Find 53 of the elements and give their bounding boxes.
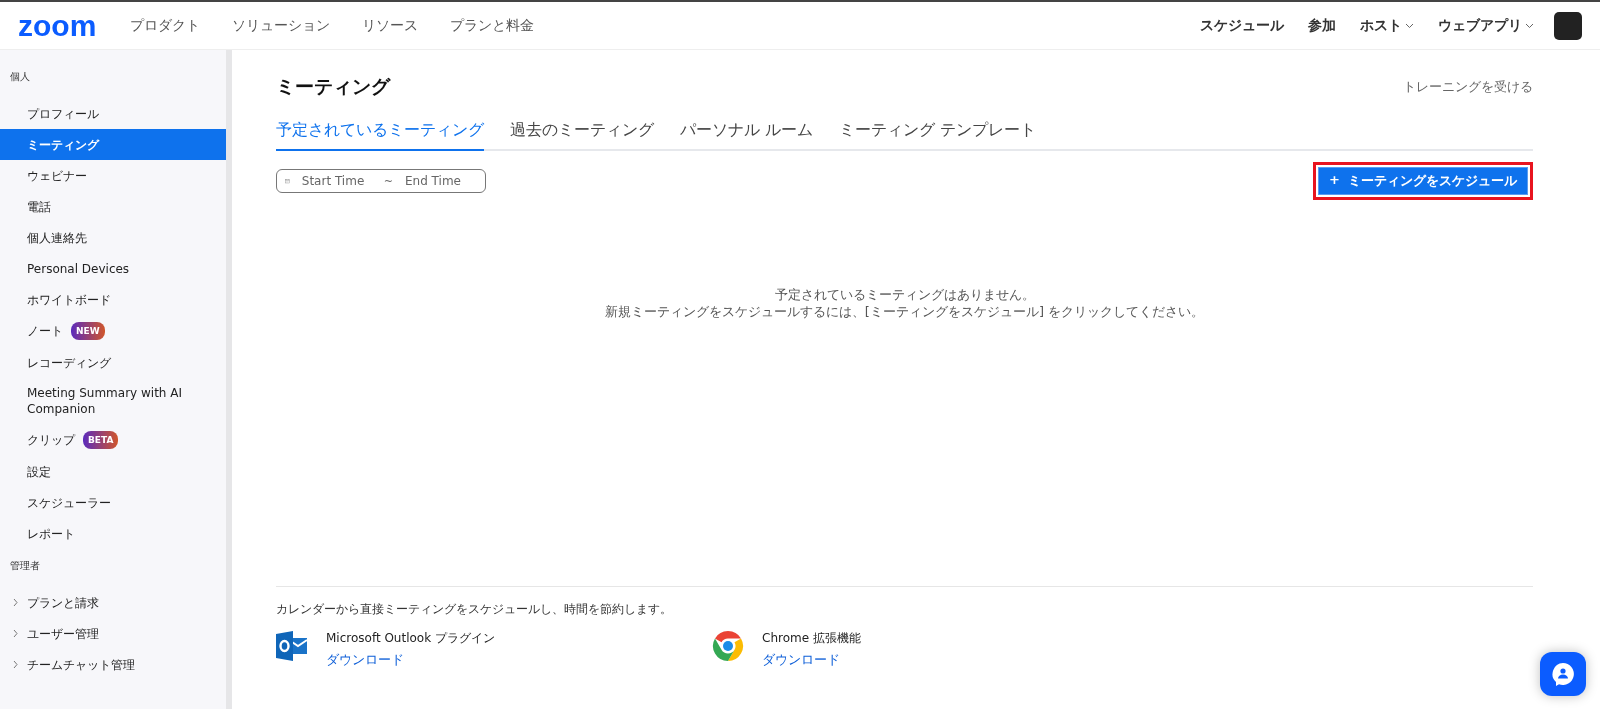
avatar[interactable] <box>1554 11 1582 40</box>
page-title: ミーティング <box>276 74 390 99</box>
training-link[interactable]: トレーニングを受ける <box>1403 78 1533 96</box>
plugin-name: Microsoft Outlook プラグイン <box>326 630 495 647</box>
plugin-name: Chrome 拡張機能 <box>762 630 861 647</box>
nav-link[interactable]: リソース <box>362 16 419 35</box>
nav-link[interactable]: プロダクト <box>130 16 201 35</box>
download-link[interactable]: ダウンロード <box>762 651 861 669</box>
range-separator: ~ <box>383 174 393 188</box>
nav-link[interactable]: プランと料金 <box>450 16 535 35</box>
sidebar-item[interactable]: レコーディング <box>0 347 226 378</box>
sidebar-item[interactable]: チームチャット管理 <box>0 649 226 680</box>
nav-link[interactable]: ホスト <box>1360 16 1414 35</box>
sidebar-item[interactable]: ホワイトボード <box>0 284 226 315</box>
calendar-note: カレンダーから直接ミーティングをスケジュールし、時間を節約します。 <box>276 601 673 618</box>
empty-message: 予定されているミーティングはありません。 <box>773 286 1036 303</box>
nav-link[interactable]: スケジュール <box>1200 16 1284 35</box>
sidebar-item[interactable]: ミーティング <box>0 129 226 160</box>
empty-message: 新規ミーティングをスケジュールするには、[ミーティングをスケジュール] をクリックしてください。 <box>603 303 1206 320</box>
tab[interactable]: パーソナル ルーム <box>680 120 814 151</box>
end-time-input[interactable]: End Time <box>403 173 477 189</box>
outlook-icon <box>276 630 308 662</box>
section-heading: 個人 <box>9 70 31 84</box>
sidebar-item[interactable]: 電話 <box>0 191 226 222</box>
nav-link[interactable]: 参加 <box>1308 16 1336 35</box>
download-link[interactable]: ダウンロード <box>326 651 495 669</box>
tab[interactable]: ミーティング テンプレート <box>839 120 1037 151</box>
sidebar-item[interactable]: Personal Devices <box>0 253 226 284</box>
chat-person-icon <box>1550 661 1576 687</box>
sidebar-item[interactable]: ウェビナー <box>0 160 226 191</box>
sidebar-item[interactable]: スケジューラー <box>0 487 226 518</box>
zoom-logo[interactable]: zoom <box>18 10 97 41</box>
label-badge: BETA <box>83 431 119 449</box>
start-time-input[interactable]: Start Time <box>299 173 374 189</box>
sidebar-item[interactable]: 個人連絡先 <box>0 222 226 253</box>
sidebar-item[interactable]: Meeting Summary with AI Companion <box>0 378 226 424</box>
sidebar-item[interactable]: クリップ BETA <box>0 424 226 456</box>
chat-help-button[interactable] <box>1540 652 1586 696</box>
sidebar-item[interactable]: 設定 <box>0 456 226 487</box>
tab[interactable]: 予定されているミーティング <box>276 120 484 151</box>
label-badge: NEW <box>71 322 105 340</box>
date-range-field[interactable]: Start Time ~ End Time <box>276 169 486 193</box>
sidebar-item[interactable]: ノート NEW <box>0 315 226 347</box>
sidebar-item[interactable]: レポート <box>0 518 226 549</box>
schedule-meeting-button[interactable]: + ミーティングをスケジュール <box>1318 167 1528 195</box>
nav-link[interactable]: ソリューション <box>232 16 331 35</box>
section-heading: 管理者 <box>9 559 41 573</box>
sidebar-item[interactable]: プロフィール <box>0 98 226 129</box>
chrome-icon <box>712 630 744 662</box>
tab[interactable]: 過去のミーティング <box>510 120 654 151</box>
sidebar-item[interactable]: プランと請求 <box>0 587 226 618</box>
sidebar-item[interactable]: ユーザー管理 <box>0 618 226 649</box>
nav-link[interactable]: ウェブアプリ <box>1438 16 1534 35</box>
